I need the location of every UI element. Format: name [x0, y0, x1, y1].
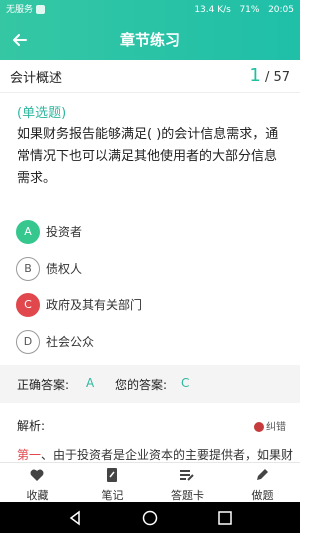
chapter-name: 会计概述 [10, 71, 63, 86]
option-text: 社会公众 [46, 335, 95, 349]
your-answer-value: C [181, 376, 190, 390]
clock: 20:05 [268, 5, 294, 15]
heart-icon [30, 469, 44, 481]
battery-level: 71% [239, 5, 260, 15]
nav-notes[interactable]: 笔记 [75, 463, 150, 503]
analysis-body: 、由于投资者是企业资本的主要提供者，如果财 [41, 448, 294, 462]
option-d[interactable]: D 社会公众 [16, 330, 276, 356]
chapter-bar: 会计概述 1 / 57 [0, 60, 300, 93]
ladybug-icon [254, 422, 264, 432]
option-b[interactable]: B 债权人 [16, 257, 276, 283]
back-triangle-icon[interactable] [66, 509, 84, 527]
total-questions: / 57 [264, 70, 290, 85]
report-error-button[interactable]: 纠错 [254, 418, 286, 433]
question-type: (单选题) [17, 106, 67, 121]
option-c[interactable]: C 政府及其有关部门 [16, 293, 276, 319]
current-question-number: 1 [249, 65, 261, 86]
status-right: 13.4 K/s 71% 20:05 [194, 0, 294, 20]
option-text: 政府及其有关部门 [46, 298, 143, 312]
question-counter: 1 / 57 [249, 65, 290, 86]
option-letter: C [16, 293, 40, 317]
analysis-label: 解析: [17, 419, 46, 433]
correct-answer-value: A [86, 376, 95, 390]
analysis-lead: 第一 [17, 448, 42, 462]
option-text: 投资者 [46, 225, 83, 239]
nav-answer-card-label: 答题卡 [171, 489, 204, 502]
pencil-icon [257, 469, 268, 480]
home-circle-icon[interactable] [141, 509, 159, 527]
page-title: 章节练习 [119, 31, 180, 49]
report-error-label: 纠错 [266, 422, 286, 433]
bottom-nav: 收藏 笔记 答题卡 做题 [0, 462, 300, 503]
nav-answer-card[interactable]: 答题卡 [150, 463, 225, 503]
option-letter: D [16, 330, 40, 354]
app-notification-icon [36, 5, 46, 14]
nav-notes-label: 笔记 [101, 489, 124, 502]
nav-practice[interactable]: 做题 [225, 463, 300, 503]
nav-favorite[interactable]: 收藏 [0, 463, 75, 503]
correct-answer-label: 正确答案: [17, 378, 70, 392]
system-nav-bar [0, 502, 300, 533]
option-letter: B [16, 257, 40, 281]
analysis-text: 第一、由于投资者是企业资本的主要提供者，如果财 [17, 446, 300, 462]
status-bar: 无服务 13.4 K/s 71% 20:05 [0, 0, 300, 20]
note-icon [107, 468, 117, 482]
answer-bar: 正确答案: A 您的答案: C [0, 365, 300, 403]
your-answer-label: 您的答案: [115, 378, 168, 392]
recents-square-icon[interactable] [216, 509, 234, 527]
back-arrow-icon[interactable] [10, 30, 30, 50]
option-letter: A [16, 220, 40, 244]
carrier-status: 无服务 [6, 0, 46, 20]
answer-card-icon [180, 470, 194, 481]
option-text: 债权人 [46, 262, 83, 276]
option-a[interactable]: A 投资者 [16, 220, 276, 246]
question-text: 如果财务报告能够满足( )的会计信息需求，通常情况下也可以满足其他使用者的大部分… [17, 127, 279, 186]
net-speed: 13.4 K/s [194, 5, 231, 15]
nav-practice-label: 做题 [251, 489, 274, 502]
app-bar: 章节练习 [0, 20, 300, 60]
nav-favorite-label: 收藏 [26, 489, 49, 502]
